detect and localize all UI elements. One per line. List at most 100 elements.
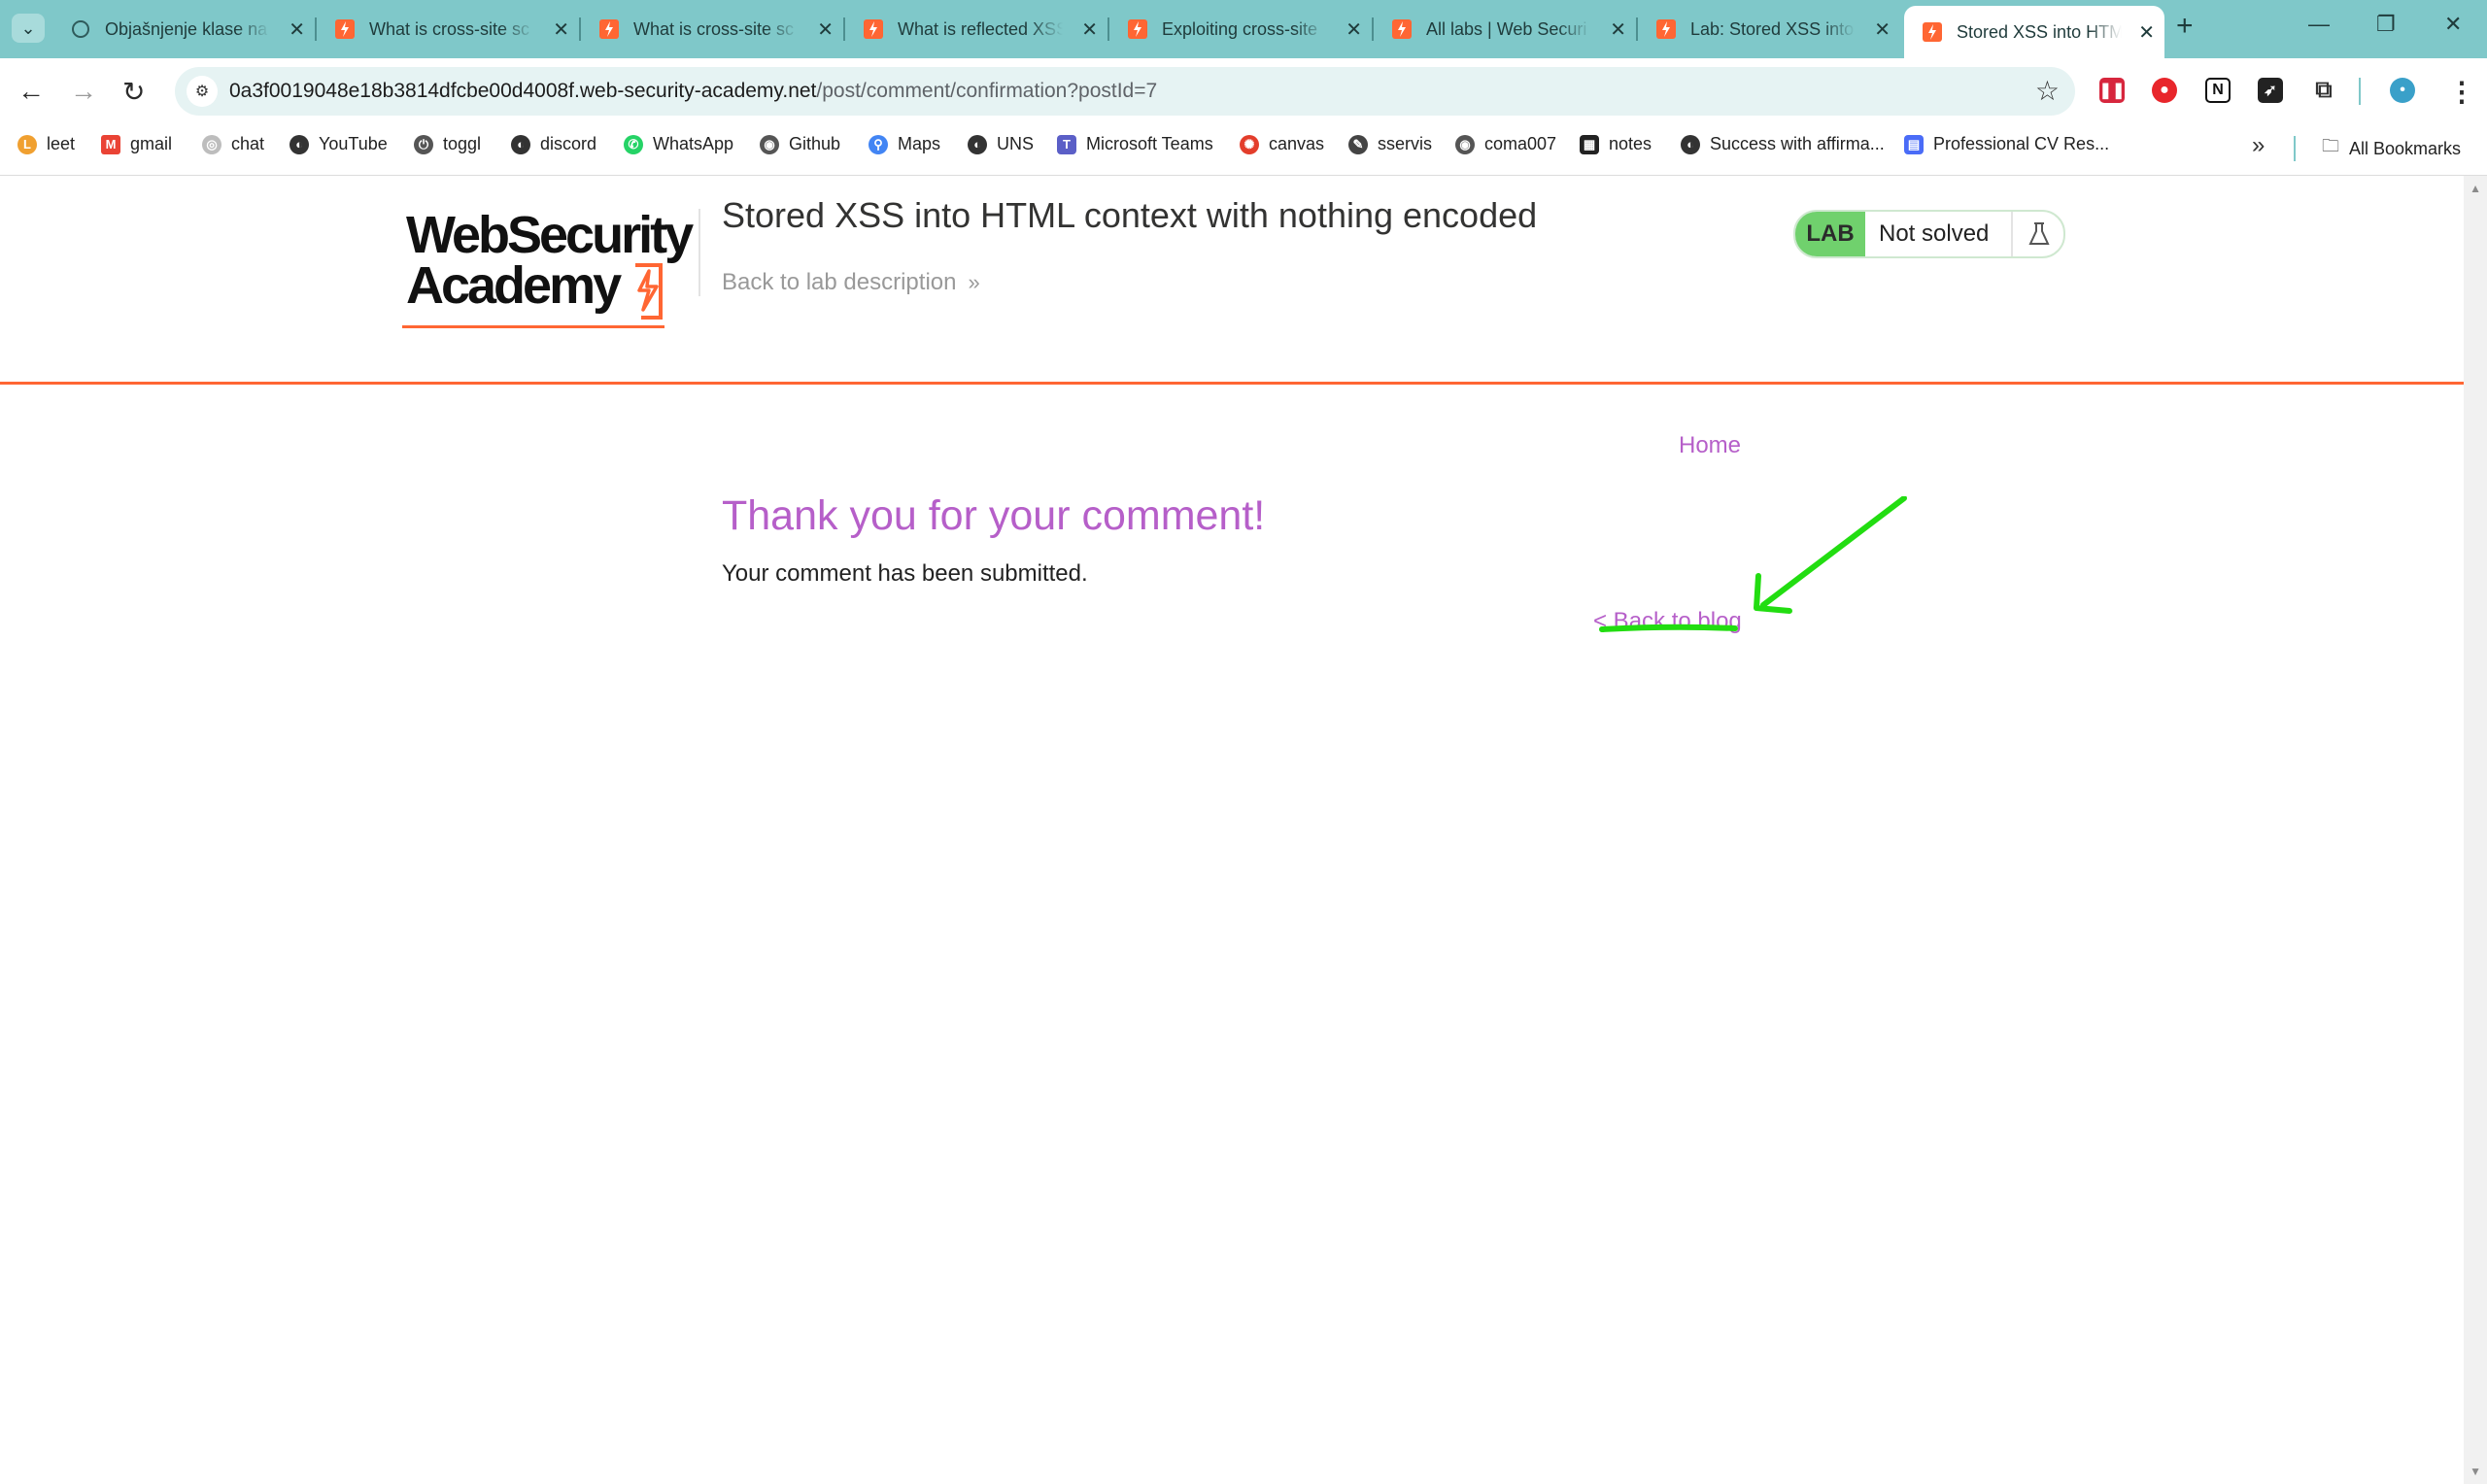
bookmark-item[interactable]: T Microsoft Teams [1057,134,1213,154]
bookmark-item[interactable]: ✆ WhatsApp [624,134,733,154]
close-icon[interactable]: ✕ [553,17,569,42]
tab-title: What is cross-site sc [633,18,795,39]
page-scrollbar[interactable]: ▲ ▼ [2464,176,2487,1484]
address-bar[interactable]: ⚙ 0a3f0019048e18b3814dfcbe00d4008f.web-s… [175,67,2075,116]
all-bookmarks-label: All Bookmarks [2349,138,2462,158]
bookmark-item[interactable]: ◉ coma007 [1455,134,1556,154]
bookmarks-overflow-button[interactable]: » [2252,132,2265,159]
bookmark-item[interactable]: ✺ canvas [1240,134,1324,154]
tab-title: Stored XSS into HTM [1957,21,2122,42]
tab-title: Lab: Stored XSS into [1690,18,1855,39]
bookmark-item[interactable]: ◐ discord [511,134,596,154]
canvas-icon: ✺ [1240,134,1259,154]
new-tab-button[interactable]: + [2176,10,2194,43]
tab-title: Exploiting cross-site [1162,18,1318,39]
close-icon[interactable]: ✕ [2138,20,2155,45]
extension-pause-icon[interactable]: ❚❚ [2099,78,2125,103]
logo-text-line2: Academy [406,256,622,315]
bookmark-item[interactable]: ◉ Github [760,134,840,154]
close-icon[interactable]: ✕ [1346,17,1362,42]
bookmark-item[interactable]: ◐ YouTube [290,134,388,154]
sservis-icon: ✎ [1348,134,1368,154]
lab-title: Stored XSS into HTML context with nothin… [722,195,1538,235]
lab-tag: LAB [1795,212,1865,256]
globe-icon: ◐ [1681,134,1700,154]
teams-icon: T [1057,134,1076,154]
bookmark-label: YouTube [319,134,388,153]
bookmark-item[interactable]: Lleet [17,134,75,154]
bookmark-label: coma007 [1484,134,1557,153]
globe-icon: ◐ [511,134,530,154]
bookmark-label: canvas [1269,134,1325,153]
bookmark-item[interactable]: ✎ sservis [1348,134,1432,154]
tab[interactable]: Lab: Stored XSS into ✕ [1638,8,1900,51]
tab-search-button[interactable]: ⌄ [12,14,45,43]
bookmark-item[interactable]: ◐ UNS [968,134,1034,154]
tab[interactable]: Exploiting cross-site ✕ [1109,8,1374,51]
portswigger-icon [1655,18,1677,40]
close-icon[interactable]: ✕ [1874,17,1891,42]
close-icon[interactable]: ✕ [1610,17,1626,42]
extension-send-icon[interactable]: ➶ [2258,78,2283,103]
github-icon: ◉ [1455,134,1475,154]
notes-icon: ▦ [1580,134,1599,154]
bookmark-label: notes [1609,134,1652,153]
portswigger-icon [1922,21,1943,43]
notion-icon[interactable]: N [2205,78,2231,103]
web-security-academy-logo[interactable]: WebSecurity Academy [402,205,696,328]
bookmark-star-icon[interactable]: ☆ [2035,75,2060,107]
menu-kebab-icon[interactable]: ⋮ [2448,76,2475,108]
bookmark-item[interactable]: ▤ Professional CV Res... [1904,134,2109,154]
bookmark-label: gmail [130,134,173,153]
nav-home-link[interactable]: Home [1679,432,1741,459]
avatar[interactable]: • [2390,78,2415,103]
back-to-description-link[interactable]: Back to lab description » [722,269,980,296]
bookmark-label: leet [47,134,76,153]
confirmation-message: Your comment has been submitted. [722,560,1088,587]
scroll-up-icon[interactable]: ▲ [2470,182,2481,195]
portswigger-icon [334,18,356,40]
bookmark-label: toggl [443,134,482,153]
close-window-icon[interactable]: ✕ [2444,12,2462,37]
forward-arrow-icon[interactable]: → [70,76,97,107]
browser-toolbar: ← → ↻ ⚙ 0a3f0019048e18b3814dfcbe00d4008f… [0,58,2487,124]
tab[interactable]: All labs | Web Securi ✕ [1374,8,1638,51]
bookmark-item[interactable]: ▦ notes [1580,134,1652,154]
all-bookmarks-button[interactable]: 🗀 All Bookmarks [2322,134,2461,163]
bookmark-label: chat [231,134,265,153]
minimize-icon[interactable]: — [2308,12,2330,37]
close-icon[interactable]: ✕ [1081,17,1098,42]
tab[interactable]: What is reflected XSS ✕ [845,8,1109,51]
bookmark-item[interactable]: ◎ chat [202,134,264,154]
logo-underline [402,325,664,328]
bookmark-item[interactable]: ◐ Success with affirma... [1681,134,1885,154]
bookmark-item[interactable]: ⏻ toggl [414,134,481,154]
status-badge: Not solved [1879,220,1990,247]
close-icon[interactable]: ✕ [289,17,305,42]
globe-icon: ◐ [290,134,309,154]
bookmark-label: Maps [898,134,941,153]
bookmark-label: WhatsApp [653,134,734,153]
bookmark-item[interactable]: ⚲ Maps [869,134,940,154]
scroll-down-icon[interactable]: ▼ [2470,1465,2481,1478]
reload-icon[interactable]: ↻ [122,76,145,108]
bookmarks-bar: Lleet Mgmail ◎ chat ◐ YouTube ⏻ toggl ◐ disc… [0,124,2487,176]
tab[interactable]: What is cross-site sc ✕ [581,8,845,51]
portswigger-icon [1391,18,1413,40]
site-info-icon[interactable]: ⚙ [187,76,218,107]
whatsapp-icon: ✆ [624,134,643,154]
tab-active[interactable]: Stored XSS into HTM ✕ [1904,6,2164,58]
bookmark-item[interactable]: Mgmail [101,134,172,154]
tab[interactable]: Objašnjenje klase na ✕ [52,8,317,51]
bookmark-label: sservis [1378,134,1433,153]
restore-icon[interactable]: ❐ [2376,12,2396,37]
url-domain: 0a3f0019048e18b3814dfcbe00d4008f.web-sec… [229,80,817,102]
tab[interactable]: What is cross-site sc ✕ [317,8,581,51]
portswigger-icon [1127,18,1148,40]
tab-title: All labs | Web Securi [1426,18,1587,39]
back-arrow-icon[interactable]: ← [17,76,45,107]
close-icon[interactable]: ✕ [817,17,834,42]
extensions-puzzle-icon[interactable]: ⧉ [2311,77,2336,103]
extension-adblock-icon[interactable]: ● [2152,78,2177,103]
tab-title: What is cross-site sc [369,18,530,39]
